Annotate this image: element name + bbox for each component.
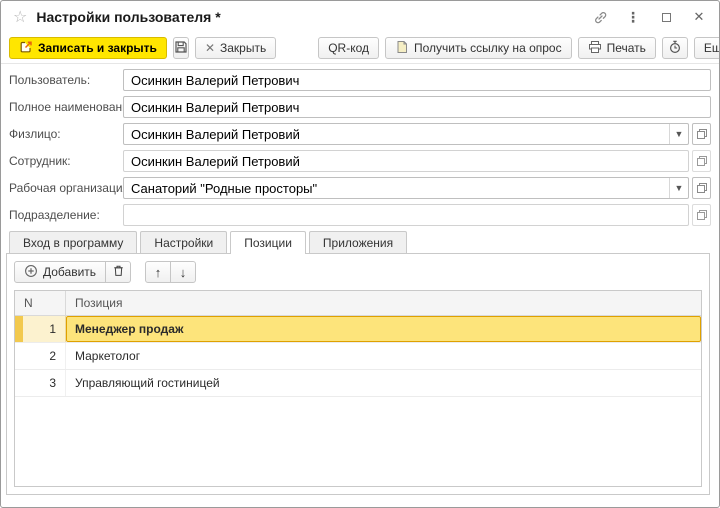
- table-row[interactable]: 3 Управляющий гостиницей: [15, 370, 701, 397]
- link-icon[interactable]: [592, 9, 608, 25]
- more-button[interactable]: Еще ▼: [694, 37, 720, 59]
- get-survey-link-button[interactable]: Получить ссылку на опрос: [385, 37, 572, 59]
- save-icon: [174, 40, 188, 57]
- tab-positions[interactable]: Позиции: [230, 231, 306, 254]
- move-down-button[interactable]: ↓: [170, 261, 196, 283]
- save-close-icon: [19, 40, 33, 57]
- field-label: Сотрудник:: [9, 154, 123, 168]
- printer-icon: [588, 40, 602, 57]
- employee-input[interactable]: Осинкин Валерий Петровий: [123, 150, 689, 172]
- column-header-position: Позиция: [66, 291, 701, 315]
- positions-table: N Позиция 1 Менеджер продаж 2 Маркетолог…: [14, 290, 702, 487]
- add-circle-icon: [24, 264, 38, 281]
- tab-strip: Вход в программу Настройки Позиции Прило…: [1, 231, 719, 253]
- delete-row-button[interactable]: [105, 261, 131, 283]
- kebab-menu-icon[interactable]: ⋮: [625, 9, 641, 25]
- tab-login[interactable]: Вход в программу: [9, 231, 137, 253]
- field-row-full-name: Полное наименование: Осинкин Валерий Пет…: [9, 96, 711, 118]
- table-row[interactable]: 2 Маркетолог: [15, 343, 701, 370]
- table-row[interactable]: 1 Менеджер продаж: [15, 316, 701, 343]
- open-department-button[interactable]: [692, 204, 711, 226]
- save-button[interactable]: [173, 37, 189, 59]
- survey-link-icon: [395, 40, 409, 57]
- qr-code-button[interactable]: QR-код: [318, 37, 379, 59]
- command-toolbar: Записать и закрыть ✕ Закрыть QR-код Полу…: [1, 33, 719, 64]
- favorite-star-icon[interactable]: ☆: [13, 7, 27, 27]
- field-label: Рабочая организация:: [9, 181, 123, 195]
- add-row-button[interactable]: Добавить: [14, 261, 106, 283]
- tab-applications[interactable]: Приложения: [309, 231, 407, 253]
- maximize-icon[interactable]: [658, 9, 674, 25]
- column-header-n: N: [15, 291, 66, 315]
- field-row-department: Подразделение:: [9, 204, 711, 226]
- titlebar: ☆ Настройки пользователя * ⋮ ✕: [1, 1, 719, 33]
- user-settings-window: ☆ Настройки пользователя * ⋮ ✕ Записать …: [0, 0, 720, 508]
- user-input[interactable]: Осинкин Валерий Петрович: [123, 69, 711, 91]
- move-up-button[interactable]: ↑: [145, 261, 171, 283]
- form-fields: Пользователь: Осинкин Валерий Петрович П…: [1, 64, 719, 226]
- close-x-icon: ✕: [205, 41, 215, 55]
- department-input[interactable]: [123, 204, 689, 226]
- field-row-employee: Сотрудник: Осинкин Валерий Петровий: [9, 150, 711, 172]
- print-button[interactable]: Печать: [578, 37, 656, 59]
- positions-panel: Добавить ↑ ↓ N Позиция 1: [6, 253, 710, 495]
- field-label: Физлицо:: [9, 127, 123, 141]
- table-toolbar: Добавить ↑ ↓: [14, 261, 702, 283]
- full-name-input[interactable]: Осинкин Валерий Петрович: [123, 96, 711, 118]
- dropdown-arrow-icon[interactable]: ▼: [669, 124, 688, 144]
- save-and-close-button[interactable]: Записать и закрыть: [9, 37, 167, 59]
- field-row-organization: Рабочая организация: Санаторий "Родные п…: [9, 177, 711, 199]
- trash-icon: [112, 264, 125, 280]
- dropdown-arrow-icon[interactable]: ▼: [669, 178, 688, 198]
- close-icon[interactable]: ✕: [691, 9, 707, 25]
- field-row-user: Пользователь: Осинкин Валерий Петрович: [9, 69, 711, 91]
- open-individual-button[interactable]: [692, 123, 711, 145]
- arrow-up-icon: ↑: [155, 265, 162, 280]
- page-title: Настройки пользователя *: [36, 9, 220, 25]
- close-form-button[interactable]: ✕ Закрыть: [195, 37, 276, 59]
- timer-button[interactable]: [662, 37, 688, 59]
- field-label: Пользователь:: [9, 73, 123, 87]
- field-label: Подразделение:: [9, 208, 123, 222]
- field-label: Полное наименование:: [9, 100, 123, 114]
- table-header: N Позиция: [15, 291, 701, 316]
- organization-input[interactable]: Санаторий "Родные просторы" ▼: [123, 177, 689, 199]
- individual-input[interactable]: Осинкин Валерий Петровий ▼: [123, 123, 689, 145]
- field-row-individual: Физлицо: Осинкин Валерий Петровий ▼: [9, 123, 711, 145]
- open-organization-button[interactable]: [692, 177, 711, 199]
- tab-settings[interactable]: Настройки: [140, 231, 227, 253]
- alarm-clock-icon: [668, 40, 682, 57]
- arrow-down-icon: ↓: [180, 265, 187, 280]
- open-employee-button[interactable]: [692, 150, 711, 172]
